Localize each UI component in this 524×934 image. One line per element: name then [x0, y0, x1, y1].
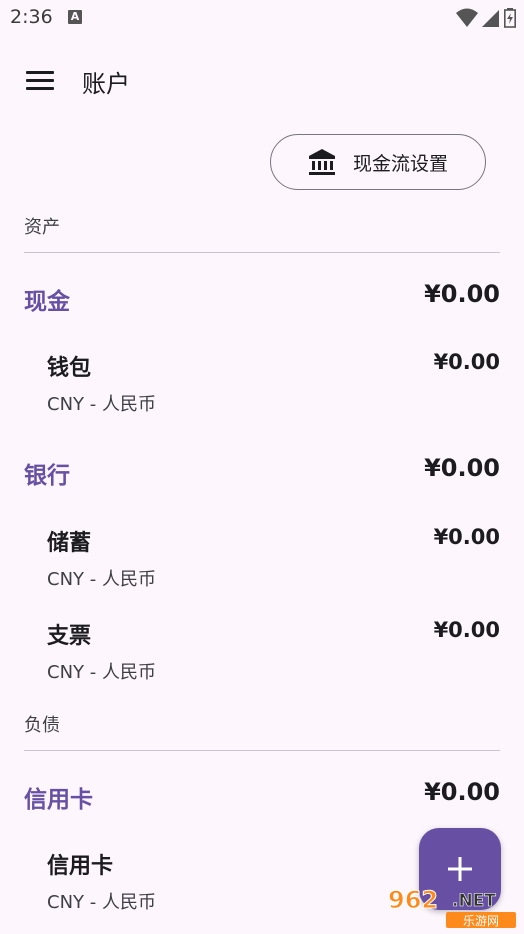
- group-row-credit-card[interactable]: 信用卡 ¥0.00: [0, 776, 524, 816]
- page-title: 账户: [82, 70, 130, 98]
- account-currency: CNY - 人民币: [47, 892, 156, 913]
- group-amount: ¥0.00: [424, 778, 500, 806]
- account-item-checking[interactable]: 支票 ¥0.00 CNY - 人民币: [0, 618, 524, 696]
- plus-icon: [448, 857, 472, 881]
- group-name: 现金: [24, 289, 70, 315]
- wifi-icon: [456, 8, 478, 27]
- hamburger-menu-icon[interactable]: [26, 71, 54, 91]
- section-header-assets: 资产: [24, 217, 60, 238]
- account-amount: ¥0.00: [433, 350, 500, 374]
- status-bar: 2:36 A: [0, 0, 524, 36]
- section-header-liabilities: 负债: [24, 715, 60, 736]
- group-amount: ¥0.00: [424, 280, 500, 308]
- group-name: 银行: [24, 463, 70, 489]
- group-row-cash[interactable]: 现金 ¥0.00: [0, 278, 524, 318]
- svg-text:.NET: .NET: [452, 891, 496, 911]
- app-bar: 账户: [0, 50, 524, 110]
- cashflow-settings-button[interactable]: 现金流设置: [270, 134, 486, 190]
- account-currency: CNY - 人民币: [47, 662, 156, 683]
- account-currency: CNY - 人民币: [47, 569, 156, 590]
- account-amount: ¥0.00: [433, 525, 500, 549]
- status-time: 2:36: [10, 6, 53, 28]
- bank-icon: [309, 149, 335, 175]
- signal-icon: [482, 10, 499, 27]
- watermark-logo: 962 .NET 乐游网: [384, 884, 520, 930]
- account-amount: ¥0.00: [433, 618, 500, 642]
- account-name: 储蓄: [47, 531, 92, 556]
- account-name: 钱包: [47, 356, 92, 381]
- group-row-bank[interactable]: 银行 ¥0.00: [0, 452, 524, 492]
- account-name: 支票: [47, 624, 92, 649]
- svg-text:乐游网: 乐游网: [463, 914, 499, 928]
- account-item-savings[interactable]: 储蓄 ¥0.00 CNY - 人民币: [0, 525, 524, 603]
- notification-a-icon: A: [68, 10, 82, 24]
- divider: [24, 750, 500, 751]
- account-name: 信用卡: [47, 854, 114, 879]
- divider: [24, 252, 500, 253]
- svg-text:962: 962: [388, 886, 438, 914]
- account-currency: CNY - 人民币: [47, 394, 156, 415]
- battery-icon: [504, 8, 516, 28]
- account-item-wallet[interactable]: 钱包 ¥0.00 CNY - 人民币: [0, 350, 524, 428]
- cashflow-settings-label: 现金流设置: [353, 152, 449, 175]
- group-name: 信用卡: [24, 787, 93, 813]
- status-icons: [456, 7, 516, 29]
- group-amount: ¥0.00: [424, 454, 500, 482]
